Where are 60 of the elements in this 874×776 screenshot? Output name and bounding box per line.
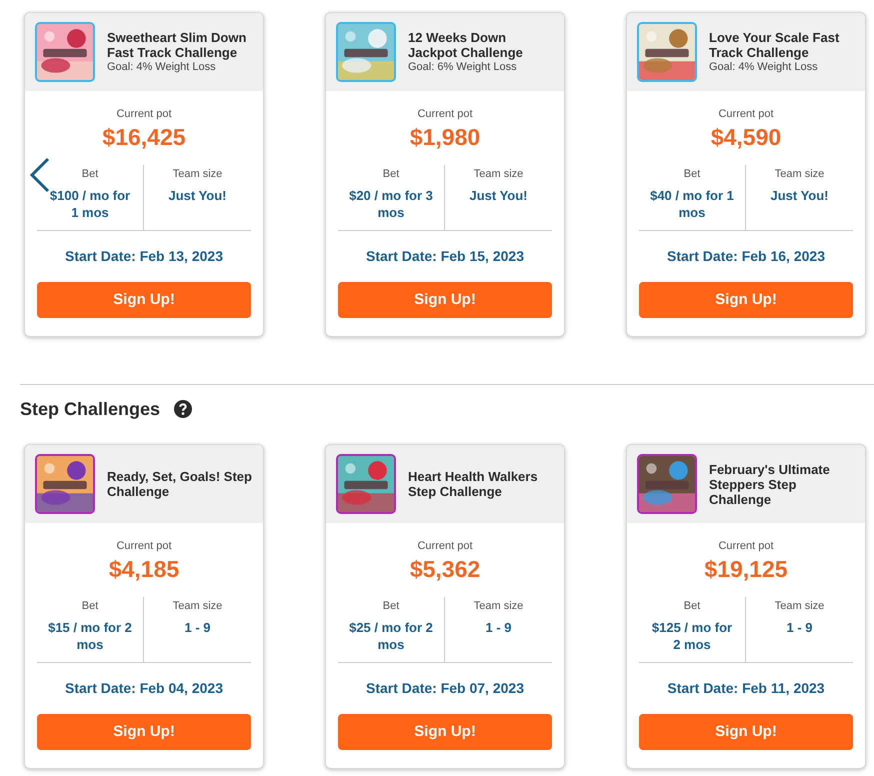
team-size-value: 1 - 9 — [485, 619, 512, 636]
bet-label: Bet — [82, 599, 98, 613]
team-size-label: Team size — [774, 599, 824, 613]
start-date: Start Date: Feb 15, 2023 — [366, 247, 524, 265]
chevron-left-icon[interactable] — [28, 157, 52, 193]
pot-label: Current pot — [718, 539, 774, 553]
goal-text: Goal: 4% Weight Loss — [709, 60, 819, 74]
team-size-value: 1 - 9 — [184, 619, 210, 636]
pot-amount: $4,185 — [108, 555, 180, 583]
challenge-title: Sweetheart Slim Down Fast Track Challenge — [107, 30, 248, 60]
sign-up-button[interactable]: Sign Up! — [639, 282, 853, 318]
pot-label: Current pot — [417, 107, 473, 121]
start-date: Start Date: Feb 07, 2023 — [366, 679, 524, 697]
start-date: Start Date: Feb 04, 2023 — [65, 679, 223, 697]
bet-label: Bet — [684, 599, 700, 613]
challenge-title: February's Ultimate Steppers Step Challenge — [709, 462, 831, 506]
pot-amount: $4,590 — [710, 123, 782, 151]
sign-up-button[interactable]: Sign Up! — [37, 714, 251, 750]
goal-text: Goal: 4% Weight Loss — [107, 60, 217, 74]
pot-amount: $1,980 — [410, 123, 480, 151]
section-heading: Step Challenges — [20, 398, 160, 421]
bet-label: Bet — [82, 167, 98, 181]
pot-amount: $5,362 — [410, 555, 480, 583]
bet-label: Bet — [684, 167, 700, 181]
team-size-label: Team size — [172, 167, 222, 181]
bet-amount: $20 / mo for 3 mos — [349, 187, 433, 221]
team-size-value: Just You! — [469, 187, 528, 204]
help-icon[interactable] — [174, 400, 192, 418]
challenge-title: Heart Health Walkers Step Challenge — [408, 469, 539, 499]
pot-label: Current pot — [718, 107, 774, 121]
start-date: Start Date: Feb 11, 2023 — [667, 679, 825, 697]
start-date: Start Date: Feb 16, 2023 — [667, 247, 825, 265]
pot-label: Current pot — [116, 107, 172, 121]
sign-up-button[interactable]: Sign Up! — [338, 714, 552, 750]
team-size-label: Team size — [474, 167, 524, 181]
team-size-value: 1 - 9 — [786, 619, 812, 636]
challenge-title: Ready, Set, Goals! Step Challenge — [107, 469, 253, 499]
bet-amount: $100 / mo for 1 mos — [48, 187, 132, 221]
pot-label: Current pot — [116, 539, 172, 553]
sign-up-button[interactable]: Sign Up! — [37, 282, 251, 318]
bet-label: Bet — [382, 167, 400, 181]
goal-text: Goal: 6% Weight Loss — [408, 60, 518, 74]
team-size-label: Team size — [172, 599, 222, 613]
challenge-title: 12 Weeks Down Jackpot Challenge — [408, 30, 524, 60]
pot-amount: $19,125 — [704, 555, 788, 583]
team-size-label: Team size — [474, 599, 524, 613]
sign-up-button[interactable]: Sign Up! — [639, 714, 853, 750]
challenge-title: Love Your Scale Fast Track Challenge — [709, 30, 840, 60]
start-date: Start Date: Feb 13, 2023 — [65, 247, 223, 265]
team-size-value: Just You! — [770, 187, 829, 204]
bet-label: Bet — [382, 599, 400, 613]
team-size-value: Just You! — [168, 187, 227, 204]
bet-amount: $15 / mo for 2 mos — [48, 619, 132, 653]
bet-amount: $125 / mo for 2 mos — [650, 619, 734, 653]
team-size-label: Team size — [774, 167, 824, 181]
pot-label: Current pot — [417, 539, 473, 553]
bet-amount: $40 / mo for 1 mos — [650, 187, 734, 221]
bet-amount: $25 / mo for 2 mos — [349, 619, 433, 653]
sign-up-button[interactable]: Sign Up! — [338, 282, 552, 318]
pot-amount: $16,425 — [102, 123, 186, 151]
